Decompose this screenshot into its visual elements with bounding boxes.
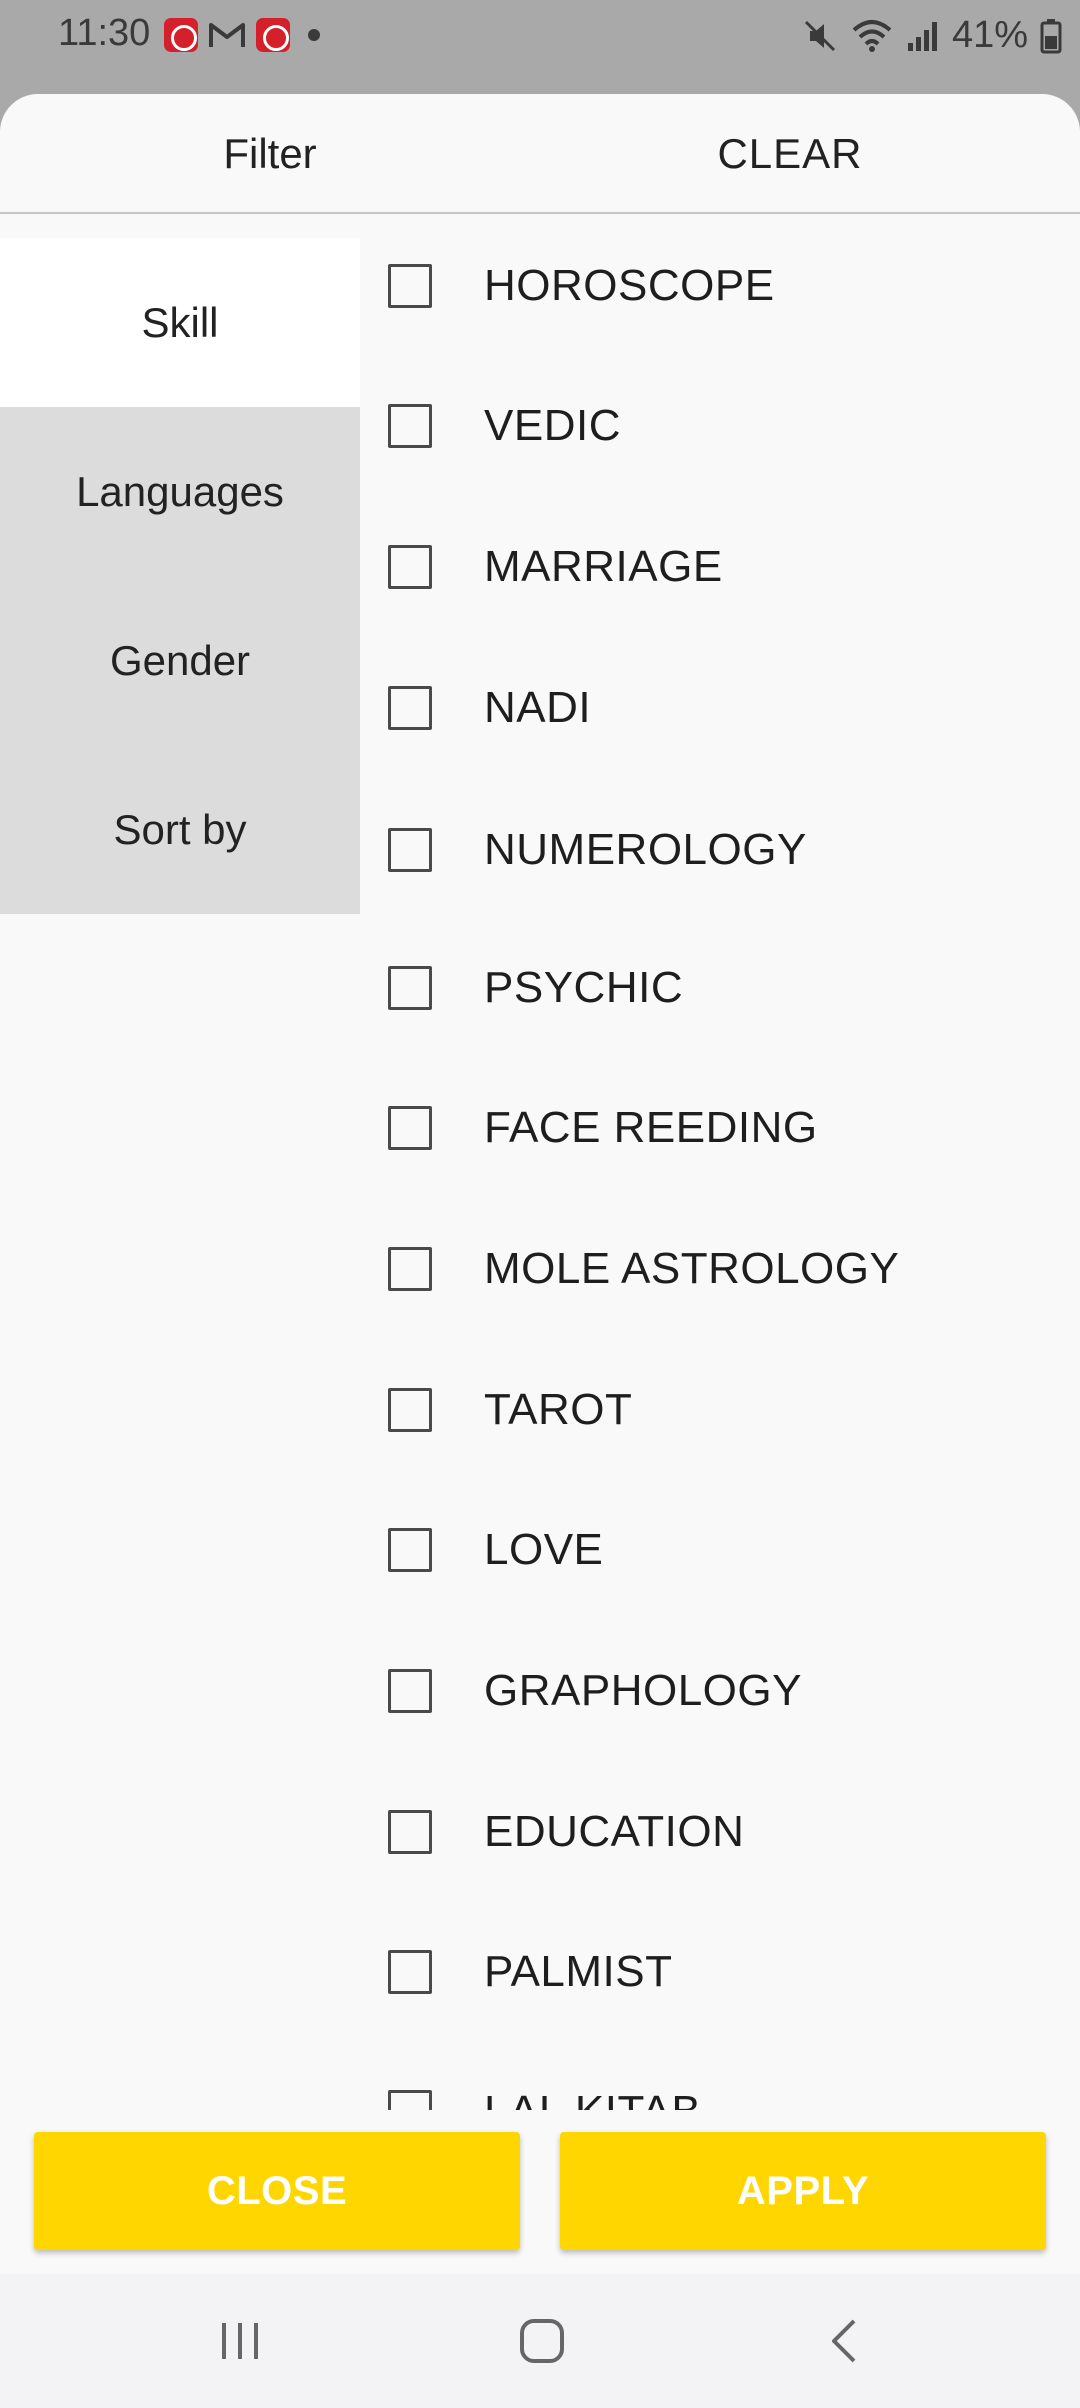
recent-apps-icon [222,2323,258,2359]
option-numerology[interactable]: NUMEROLOGY [360,780,1080,920]
tab-languages[interactable]: Languages [0,407,360,576]
option-tarot[interactable]: TAROT [360,1340,1080,1480]
option-horoscope[interactable]: HOROSCOPE [360,216,1080,356]
filter-header: Filter CLEAR [0,94,1080,214]
option-love[interactable]: LOVE [360,1480,1080,1620]
home-icon [520,2319,564,2363]
option-marriage[interactable]: MARRIAGE [360,497,1080,637]
option-nadi[interactable]: NADI [360,638,1080,778]
clear-button[interactable]: CLEAR [540,94,1040,214]
apply-button[interactable]: APPLY [560,2132,1046,2250]
battery-percent: 41% [951,14,1028,56]
option-label: NADI [484,683,592,732]
gmail-icon [209,23,245,47]
option-graphology[interactable]: GRAPHOLOGY [360,1621,1080,1761]
tab-sort-by[interactable]: Sort by [0,745,360,914]
checkbox[interactable] [388,966,432,1010]
checkbox[interactable] [388,1106,432,1150]
status-time: 11:30 [58,12,151,54]
checkbox[interactable] [388,1247,432,1291]
checkbox[interactable] [388,686,432,730]
option-vedic[interactable]: VEDIC [360,356,1080,496]
checkbox[interactable] [388,1528,432,1572]
option-label: VEDIC [484,401,621,450]
option-label: PALMIST [484,1947,673,1996]
option-label: PSYCHIC [484,963,684,1012]
notification-icons [164,18,320,52]
option-education[interactable]: EDUCATION [360,1762,1080,1902]
home-button[interactable] [462,2274,622,2408]
status-right: 41% [802,14,1062,57]
status-bar: 11:30 41% [0,0,1080,66]
option-label: EDUCATION [484,1807,745,1856]
checkbox[interactable] [388,1950,432,1994]
option-label: LOVE [484,1525,604,1574]
more-notifications-icon [308,29,320,41]
navigation-bar [0,2274,1080,2408]
option-label: MOLE ASTROLOGY [484,1244,900,1293]
battery-icon [1040,18,1062,53]
checkbox[interactable] [388,545,432,589]
option-label: TAROT [484,1385,633,1434]
recent-apps-button[interactable] [160,2274,320,2408]
filter-sheet: Filter CLEAR Skill Languages Gender Sort… [0,94,1080,2274]
option-label: HOROSCOPE [484,261,775,310]
checkbox[interactable] [388,1810,432,1854]
option-label: MARRIAGE [484,542,723,591]
back-button[interactable] [766,2274,926,2408]
close-button[interactable]: CLOSE [34,2132,520,2250]
option-mole-astrology[interactable]: MOLE ASTROLOGY [360,1199,1080,1339]
option-label: FACE REEDING [484,1103,818,1152]
option-psychic[interactable]: PSYCHIC [360,918,1080,1058]
checkbox[interactable] [388,264,432,308]
skill-options-list[interactable]: HOROSCOPE VEDIC MARRIAGE NADI NUMEROLOGY… [360,216,1080,2204]
option-label: GRAPHOLOGY [484,1666,802,1715]
checkbox[interactable] [388,1669,432,1713]
filter-title: Filter [223,130,317,177]
option-face-reeding[interactable]: FACE REEDING [360,1058,1080,1198]
tab-skill[interactable]: Skill [0,238,360,407]
wifi-icon [852,19,892,52]
option-palmist[interactable]: PALMIST [360,1902,1080,2042]
back-icon [832,2319,856,2363]
checkbox[interactable] [388,404,432,448]
filter-footer: CLOSE APPLY [0,2110,1080,2274]
app-notification-icon [256,18,290,52]
mute-icon [804,20,835,51]
checkbox[interactable] [388,828,432,872]
signal-icon [907,21,937,51]
tab-gender[interactable]: Gender [0,576,360,745]
app-notification-icon [164,18,198,52]
filter-category-sidebar: Skill Languages Gender Sort by [0,238,360,914]
checkbox[interactable] [388,1388,432,1432]
option-label: NUMEROLOGY [484,825,807,874]
